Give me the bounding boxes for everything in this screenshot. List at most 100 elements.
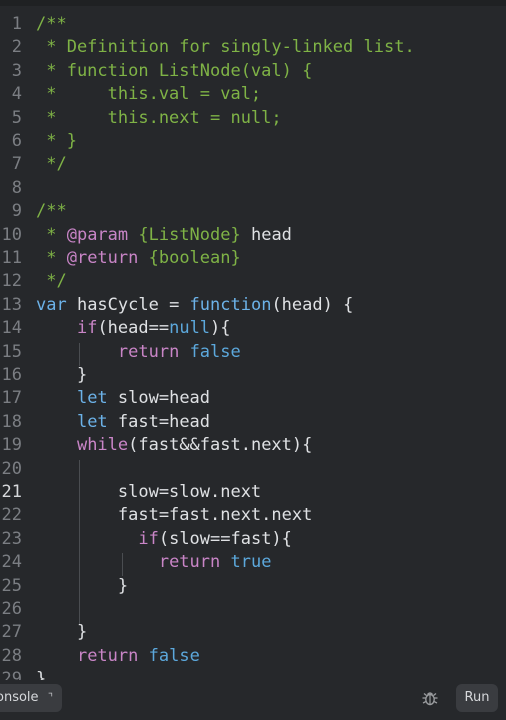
code-token: slow=slow.next bbox=[36, 482, 262, 502]
code-line[interactable]: 2 * Definition for singly-linked list. bbox=[0, 36, 506, 59]
code-token: true bbox=[230, 552, 272, 573]
indent-guide bbox=[122, 553, 123, 576]
code-token: {ListNode} bbox=[128, 224, 241, 245]
code-token: (head) { bbox=[271, 294, 354, 315]
line-number: 21 bbox=[1, 482, 22, 502]
code-token: return bbox=[117, 341, 180, 362]
code-line[interactable]: 15 return false bbox=[0, 341, 506, 364]
code-token: slow=head bbox=[107, 388, 211, 409]
code-line[interactable]: 13 var hasCycle = function(head) { bbox=[0, 294, 506, 317]
code-line[interactable]: 21 slow=slow.next bbox=[0, 481, 506, 504]
code-line[interactable]: 10 * @param {ListNode} head bbox=[0, 224, 506, 247]
code-text: * @param {ListNode} head bbox=[36, 224, 292, 247]
line-number: 26 bbox=[1, 599, 22, 619]
code-line[interactable]: 29} bbox=[0, 668, 506, 680]
code-token: (fast&&fast.next){ bbox=[128, 435, 313, 456]
indent-guide bbox=[79, 460, 80, 624]
code-text: return false bbox=[36, 341, 241, 364]
code-token: * bbox=[36, 224, 67, 245]
code-line[interactable]: 19 while(fast&&fast.next){ bbox=[0, 434, 506, 457]
code-line[interactable]: 12 */ bbox=[0, 270, 506, 293]
code-text: slow=slow.next bbox=[36, 481, 261, 504]
code-line[interactable]: 17 let slow=head bbox=[0, 387, 506, 410]
code-line[interactable]: 16 } bbox=[0, 364, 506, 387]
code-line[interactable]: 23 if(slow==fast){ bbox=[0, 528, 506, 551]
line-number: 4 bbox=[11, 84, 22, 105]
line-number: 3 bbox=[11, 60, 22, 81]
code-token: /** bbox=[36, 201, 67, 222]
line-number: 24 bbox=[1, 552, 22, 573]
code-token: /** bbox=[36, 14, 67, 34]
code-line[interactable]: 25 } bbox=[0, 575, 506, 598]
code-line[interactable]: 4 * this.val = val; bbox=[0, 83, 506, 106]
code-token: * } bbox=[36, 131, 77, 151]
line-number: 10 bbox=[1, 224, 22, 245]
code-token: * this.val = val; bbox=[36, 84, 262, 105]
code-token: @return bbox=[66, 248, 139, 268]
code-line[interactable]: 3 * function ListNode(val) { bbox=[0, 60, 506, 83]
code-text: */ bbox=[36, 270, 66, 293]
code-line[interactable]: 5 * this.next = null; bbox=[0, 107, 506, 130]
code-text: * @return {boolean} bbox=[36, 247, 241, 270]
code-text: } bbox=[36, 668, 46, 680]
code-line[interactable]: 18 let fast=head bbox=[0, 411, 506, 434]
code-text: } bbox=[36, 575, 128, 598]
code-token: * function ListNode(val) { bbox=[36, 60, 313, 81]
code-token: {boolean} bbox=[138, 248, 241, 268]
code-text: * } bbox=[36, 130, 77, 153]
line-number: 6 bbox=[11, 131, 22, 151]
line-number: 25 bbox=[1, 575, 22, 596]
code-token: * Definition for singly-linked list. bbox=[36, 37, 415, 58]
code-line[interactable]: 20 bbox=[0, 458, 506, 481]
code-token: function bbox=[189, 294, 272, 315]
code-token: return bbox=[76, 645, 139, 666]
code-token: } bbox=[36, 365, 88, 385]
code-text: * this.val = val; bbox=[36, 83, 261, 106]
code-line[interactable]: 24 return true bbox=[0, 551, 506, 574]
line-number: 11 bbox=[1, 248, 22, 268]
code-line[interactable]: 7 */ bbox=[0, 153, 506, 176]
bottom-toolbar: onsole ⌝ Run bbox=[0, 680, 506, 720]
code-token: } bbox=[36, 669, 47, 680]
line-number: 9 bbox=[11, 201, 22, 222]
code-line[interactable]: 6 * } bbox=[0, 130, 506, 153]
code-text: * function ListNode(val) { bbox=[36, 60, 312, 83]
code-token: hasCycle = bbox=[66, 294, 190, 315]
code-token: var bbox=[36, 294, 67, 315]
code-text: var hasCycle = function(head) { bbox=[36, 294, 353, 317]
code-line[interactable]: 28 return false bbox=[0, 645, 506, 668]
line-number: 15 bbox=[1, 341, 22, 362]
code-text: } bbox=[36, 621, 87, 644]
code-line[interactable]: 11 * @return {boolean} bbox=[0, 247, 506, 270]
code-line[interactable]: 27 } bbox=[0, 621, 506, 644]
code-token: } bbox=[36, 575, 129, 596]
code-line[interactable]: 26 bbox=[0, 598, 506, 621]
code-token: let bbox=[76, 388, 108, 409]
code-text: let slow=head bbox=[36, 387, 210, 410]
code-token: @param bbox=[66, 224, 129, 245]
code-text: /** bbox=[36, 13, 67, 36]
indent-guide bbox=[79, 343, 80, 366]
line-number: 19 bbox=[1, 435, 22, 456]
code-line[interactable]: 22 fast=fast.next.next bbox=[0, 504, 506, 527]
code-editor[interactable]: 1/** 2 * Definition for singly-linked lis… bbox=[0, 0, 506, 680]
code-text: let fast=head bbox=[36, 411, 210, 434]
code-line[interactable]: 8 bbox=[0, 177, 506, 200]
code-text: if(slow==fast){ bbox=[36, 528, 292, 551]
code-line[interactable]: 9 /** bbox=[0, 200, 506, 223]
code-token: fast=head bbox=[107, 411, 211, 432]
line-number: 14 bbox=[1, 318, 22, 339]
run-button[interactable]: Run bbox=[456, 684, 498, 712]
bug-icon[interactable] bbox=[420, 688, 440, 708]
console-button[interactable]: onsole ⌝ bbox=[0, 684, 62, 712]
line-number: 2 bbox=[11, 37, 22, 58]
code-text: while(fast&&fast.next){ bbox=[36, 434, 312, 457]
code-line[interactable]: 1 /** bbox=[0, 13, 506, 36]
code-line[interactable]: 14 if(head==null){ bbox=[0, 317, 506, 340]
code-text: * this.next = null; bbox=[36, 107, 281, 130]
line-number: 27 bbox=[1, 622, 22, 643]
